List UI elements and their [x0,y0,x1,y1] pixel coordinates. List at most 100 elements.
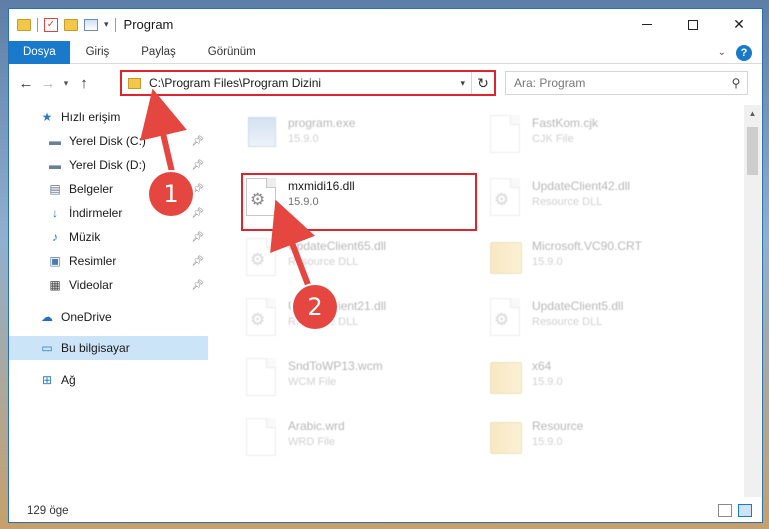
properties-check-icon[interactable]: ✓ [44,17,58,32]
highlight-box [241,173,477,231]
file-name: Arabic.wrd [288,419,345,433]
sidebar-item-label: Yerel Disk (C:) [69,134,146,148]
dll-icon: ⚙ [244,238,278,278]
window-title: Program [123,17,174,32]
window-controls: ✕ [624,9,762,40]
drive-icon: ▬ [49,158,61,172]
file-name: UpdateClient42.dll [532,179,631,193]
sidebar-item-label: Belgeler [69,182,114,196]
sidebar-item-label: Bu bilgisayar [61,341,130,355]
file-item[interactable]: program.exe 15.9.0 [244,115,484,163]
refresh-button[interactable]: ↻ [472,75,494,92]
tab-gorunum[interactable]: Görünüm [192,41,272,64]
file-name: program.exe [288,116,356,130]
file-item[interactable]: Arabic.wrd WRD File [244,418,484,466]
sidebar-item-muzik[interactable]: ♪ Müzik 📌︎ [9,225,208,249]
sidebar-item-videolar[interactable]: ▦ Videolar 📌︎ [9,273,208,297]
file-item[interactable]: Resource 15.9.0 [488,418,728,466]
folder-icon [488,238,522,278]
sidebar-item-onedrive[interactable]: ☁ OneDrive [9,305,208,329]
sidebar-item-quick-access[interactable]: ★ Hızlı erişim [9,105,208,129]
address-field[interactable]: C:\Program Files\Program Dizini ▾ [122,72,472,94]
tab-dosya[interactable]: Dosya [9,40,70,64]
help-icon[interactable]: ? [736,44,752,61]
sidebar-item-label: OneDrive [61,310,112,324]
pin-icon[interactable]: 📌︎ [191,208,204,219]
sidebar-item-this-pc[interactable]: ▭ Bu bilgisayar [9,336,208,360]
vertical-scrollbar[interactable]: ▲ [744,105,761,497]
file-item[interactable]: x64 15.9.0 [488,358,728,406]
navigation-pane: ★ Hızlı erişim ▬ Yerel Disk (C:) 📌︎ ▬ Ye… [9,105,208,475]
sidebar-item-label: Müzik [69,230,101,244]
item-count: 129 öge [27,505,69,517]
pin-icon[interactable]: 📌︎ [191,184,204,195]
sidebar-item-resimler[interactable]: ▣ Resimler 📌︎ [9,249,208,273]
file-icon [488,115,522,155]
close-button[interactable]: ✕ [716,9,762,40]
chevron-down-icon[interactable]: ▾ [460,78,471,89]
sidebar-item-disk-c[interactable]: ▬ Yerel Disk (C:) 📌︎ [9,129,208,153]
pin-icon[interactable]: 📌︎ [191,160,204,171]
file-item[interactable]: SndToWP13.wcm WCM File [244,358,484,406]
scroll-up-icon[interactable]: ▲ [744,105,761,122]
file-icon [244,418,278,458]
address-bar[interactable]: C:\Program Files\Program Dizini ▾ ↻ [120,70,496,96]
file-detail: Resource DLL [532,316,603,328]
view-switcher [718,504,752,517]
navigation-bar: ← → ▾ ↑ C:\Program Files\Program Dizini … [9,69,762,97]
recent-locations-button[interactable]: ▾ [59,78,73,89]
view-properties-icon[interactable] [84,18,98,31]
file-item[interactable]: Microsoft.VC90.CRT 15.9.0 [488,238,728,286]
file-name: Resource [532,419,584,433]
file-item[interactable]: ⚙ UpdateClient42.dll Resource DLL [488,178,728,226]
file-item[interactable]: ⚙ UpdateClient21.dllResource DLL [244,298,484,346]
pin-icon[interactable]: 📌︎ [191,280,204,291]
details-view-icon[interactable] [718,504,732,517]
scroll-thumb[interactable] [747,127,758,175]
pin-icon[interactable]: 📌︎ [191,232,204,243]
explorer-window: ✓ ▾ Program ✕ Dosya Giriş Paylaş Görünüm… [8,8,763,523]
star-icon: ★ [41,110,53,124]
maximize-icon [688,19,698,30]
maximize-button[interactable] [670,9,716,40]
search-box[interactable]: Ara: Program ⚲ [505,71,748,95]
document-icon: ▤ [49,182,61,196]
sidebar-item-label: Resimler [69,254,117,268]
file-name: UpdateClient5.dll [532,299,624,313]
folder-icon [128,77,141,89]
file-item[interactable]: ⚙ UpdateClient5.dll Resource DLL [488,298,728,346]
up-button[interactable]: ↑ [73,75,95,92]
sidebar-item-network[interactable]: ⊞ Ağ [9,368,208,392]
file-icon [244,358,278,398]
title-bar: ✓ ▾ Program ✕ [9,9,762,40]
tiles-view-icon[interactable] [738,504,752,517]
cloud-icon: ☁ [41,310,53,324]
new-folder-icon[interactable] [64,18,78,31]
search-input[interactable]: Ara: Program [506,76,725,90]
search-icon[interactable]: ⚲ [725,76,747,90]
file-item[interactable]: FastKom.cjk CJK File [488,115,728,163]
step-1-badge: 1 [149,172,193,216]
file-item[interactable]: ⚙ UpdateClient65.dll Resource DLL [244,238,484,286]
address-path[interactable]: C:\Program Files\Program Dizini [149,76,460,90]
step-2-badge: 2 [293,285,337,329]
sidebar-item-label: Videolar [69,278,113,292]
drive-icon: ▬ [49,134,61,148]
pin-icon[interactable]: 📌︎ [191,136,204,147]
quick-access-toolbar: ✓ ▾ [9,17,116,32]
file-detail: Resource DLL [532,196,603,208]
minimize-icon [642,24,652,25]
music-icon: ♪ [52,230,58,244]
tab-paylas[interactable]: Paylaş [125,41,192,64]
forward-button[interactable]: → [37,75,59,92]
tab-giris[interactable]: Giriş [70,41,126,64]
back-button[interactable]: ← [15,75,37,92]
pin-icon[interactable]: 📌︎ [191,256,204,267]
customize-toolbar-icon[interactable]: ▾ [104,19,109,30]
file-detail: 15.9.0 [532,436,563,448]
minimize-button[interactable] [624,9,670,40]
file-detail: CJK File [532,133,574,145]
file-name: UpdateClient65.dll [288,239,387,253]
expand-ribbon-icon[interactable]: ⌄ [718,47,726,58]
folder-icon[interactable] [17,18,31,31]
